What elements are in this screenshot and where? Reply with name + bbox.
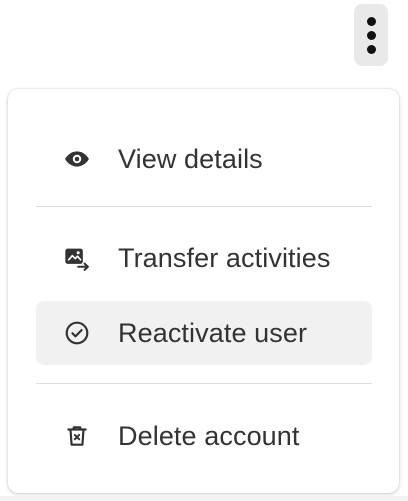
eye-icon xyxy=(63,145,91,173)
menu-item-transfer-activities[interactable]: Transfer activities xyxy=(36,226,372,290)
menu-divider xyxy=(36,206,372,207)
transfer-icon xyxy=(63,244,91,272)
menu-item-reactivate-user[interactable]: Reactivate user xyxy=(36,301,372,365)
more-options-button[interactable] xyxy=(354,4,388,66)
more-vertical-icon xyxy=(366,16,376,26)
more-vertical-icon-dot-3 xyxy=(366,44,376,54)
menu-item-label: Delete account xyxy=(118,420,300,451)
more-vertical-icon-dot-2 xyxy=(366,30,376,40)
actions-menu: View details Transfer activities Reactiv… xyxy=(8,89,399,493)
menu-item-label: Transfer activities xyxy=(118,242,331,273)
trash-icon xyxy=(63,422,91,450)
menu-item-label: View details xyxy=(118,143,263,174)
check-circle-icon xyxy=(63,319,91,347)
page: View details Transfer activities Reactiv… xyxy=(0,0,408,501)
menu-item-delete-account[interactable]: Delete account xyxy=(36,404,372,468)
menu-divider xyxy=(36,383,372,384)
menu-item-label: Reactivate user xyxy=(118,317,308,348)
menu-item-view-details[interactable]: View details xyxy=(36,127,372,191)
background-strip xyxy=(0,496,408,501)
